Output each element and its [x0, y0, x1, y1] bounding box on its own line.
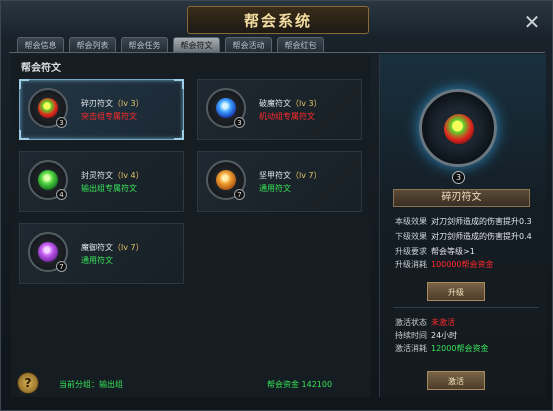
rune-level: （lv 3） — [113, 99, 144, 108]
rune-name-text: 碎刃符文 — [81, 99, 113, 108]
current-group: 当前分组：输出组 — [59, 380, 123, 389]
rune-desc: 突击组专属符文 — [81, 112, 137, 121]
rune-desc: 机动组专属符文 — [259, 112, 315, 121]
rune-card-sealspirit[interactable]: 4 封灵符文（lv 4） 输出组专属符文 — [19, 151, 184, 212]
violet-gem-icon — [38, 242, 58, 262]
question-icon: ? — [24, 376, 32, 390]
tab-guild-runes[interactable]: 帮会符文 — [173, 37, 220, 52]
jade-gem-icon — [38, 170, 58, 190]
rune-level: （lv 3） — [291, 99, 322, 108]
selection-corner — [19, 130, 29, 140]
rune-name-text: 破魔符文 — [259, 99, 291, 108]
level-badge: 7 — [56, 261, 67, 272]
requirement-label: 升级要求 — [395, 247, 427, 256]
rune-icon-frame: 7 — [206, 160, 246, 200]
rune-desc: 输出组专属符文 — [81, 184, 137, 193]
rune-card-hardarmor[interactable]: 7 坚甲符文（lv 7） 通用符文 — [197, 151, 362, 212]
tab-guild-redpacket[interactable]: 帮会红包 — [277, 37, 324, 52]
duration-value: 24小时 — [431, 331, 458, 340]
duration-label: 持续时间 — [395, 331, 427, 340]
level-badge: 4 — [56, 189, 67, 200]
ice-gem-icon — [216, 98, 236, 118]
requirement-row: 升级要求 帮会等级>1 — [395, 246, 475, 257]
section-title: 帮会符文 — [21, 63, 61, 74]
rune-level: （lv 7） — [291, 171, 322, 180]
flame-gem-icon — [444, 114, 474, 144]
rune-level: （lv 7） — [113, 243, 144, 252]
rune-icon-frame: 3 — [28, 88, 68, 128]
current-effect-value: 对刀剑师造成的伤害提升0.3 — [431, 217, 532, 226]
rune-icon-frame: 7 — [28, 232, 68, 272]
tab-guild-info[interactable]: 帮会信息 — [17, 37, 64, 52]
amber-gem-icon — [216, 170, 236, 190]
upgrade-button[interactable]: 升级 — [427, 282, 485, 301]
window-title: 帮会系统 — [243, 12, 312, 30]
rune-card-shatter[interactable]: 3 碎刃符文（lv 3） 突击组专属符文 — [19, 79, 184, 140]
rune-name: 封灵符文（lv 4） — [81, 170, 144, 181]
close-icon: ✕ — [523, 10, 541, 34]
activate-cost-label: 激活消耗 — [395, 344, 427, 353]
guild-funds: 帮会资金 142100 — [267, 380, 333, 389]
next-effect-value: 对刀剑师造成的伤害提升0.4 — [431, 232, 532, 241]
rune-name: 破魔符文（lv 3） — [259, 98, 322, 109]
next-effect-row: 下级效果 对刀剑师造成的伤害提升0.4 — [395, 231, 532, 242]
rune-icon-frame: 4 — [28, 160, 68, 200]
close-button[interactable]: ✕ — [521, 11, 543, 33]
rune-card-breakmagic[interactable]: 3 破魔符文（lv 3） 机动组专属符文 — [197, 79, 362, 140]
rune-name-text: 封灵符文 — [81, 171, 113, 180]
activation-row: 激活状态 未激活 — [395, 317, 455, 328]
activate-cost-value: 12000帮会资金 — [431, 344, 489, 353]
level-badge: 3 — [56, 117, 67, 128]
selection-corner — [174, 79, 184, 89]
selection-corner — [174, 130, 184, 140]
next-effect-label: 下级效果 — [395, 232, 427, 241]
upgrade-cost-row: 升级消耗 100000帮会资金 — [395, 259, 494, 270]
requirement-value: 帮会等级>1 — [431, 247, 475, 256]
current-effect-row: 本级效果 对刀剑师造成的伤害提升0.3 — [395, 216, 532, 227]
activation-value: 未激活 — [431, 318, 455, 327]
rune-name: 坚甲符文（lv 7） — [259, 170, 322, 181]
tab-guild-quests[interactable]: 帮会任务 — [121, 37, 168, 52]
activate-cost-row: 激活消耗 12000帮会资金 — [395, 343, 488, 354]
detail-divider — [393, 307, 539, 308]
flame-gem-icon — [38, 98, 58, 118]
activate-button[interactable]: 激活 — [427, 371, 485, 390]
current-effect-label: 本级效果 — [395, 217, 427, 226]
rune-name-text: 魔御符文 — [81, 243, 113, 252]
level-badge: 3 — [234, 117, 245, 128]
upgrade-cost-label: 升级消耗 — [395, 260, 427, 269]
detail-rune-name: 碎刃符文 — [393, 189, 530, 207]
duration-row: 持续时间 24小时 — [395, 330, 457, 341]
rune-name-text: 坚甲符文 — [259, 171, 291, 180]
level-badge: 7 — [234, 189, 245, 200]
rune-desc: 通用符文 — [259, 184, 291, 193]
tab-guild-events[interactable]: 帮会活动 — [225, 37, 272, 52]
guild-window: 帮会系统 ✕ 帮会信息 帮会列表 帮会任务 帮会符文 帮会活动 帮会红包 帮会符… — [0, 0, 553, 411]
rune-level: （lv 4） — [113, 171, 144, 180]
rune-name: 魔御符文（lv 7） — [81, 242, 144, 253]
tab-guild-list[interactable]: 帮会列表 — [69, 37, 116, 52]
upgrade-cost-value: 100000帮会资金 — [431, 260, 494, 269]
rune-name: 碎刃符文（lv 3） — [81, 98, 144, 109]
rune-card-magicguard[interactable]: 7 魔御符文（lv 7） 通用符文 — [19, 223, 184, 284]
help-button[interactable]: ? — [17, 372, 39, 394]
rune-icon-frame: 3 — [206, 88, 246, 128]
detail-level-badge: 3 — [452, 171, 465, 184]
rune-desc: 通用符文 — [81, 256, 113, 265]
tab-divider — [9, 52, 545, 53]
activation-label: 激活状态 — [395, 318, 427, 327]
selection-corner — [19, 79, 29, 89]
